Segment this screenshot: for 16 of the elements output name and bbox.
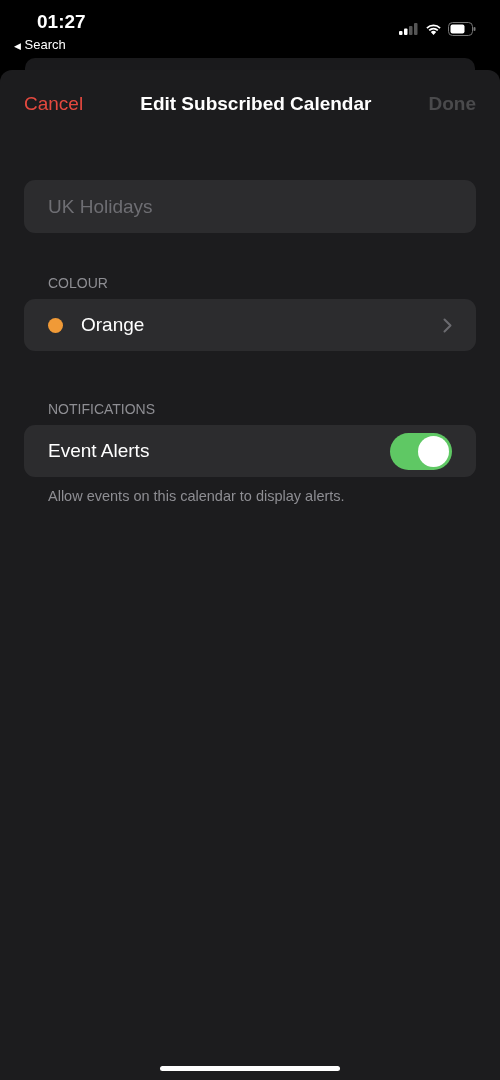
name-field[interactable]: UK Holidays bbox=[24, 180, 476, 233]
section-header: COLOUR bbox=[48, 275, 109, 291]
wifi-icon bbox=[425, 23, 442, 35]
signal-icon bbox=[399, 23, 419, 35]
back-link[interactable]: ◀ Search bbox=[14, 37, 66, 52]
colour-row[interactable]: Orange bbox=[24, 299, 476, 351]
battery-icon bbox=[448, 22, 476, 36]
status-time: 01:27 bbox=[37, 11, 86, 33]
colour-label: Orange bbox=[81, 314, 146, 336]
event-alerts-toggle[interactable] bbox=[390, 432, 452, 470]
chevron-icon bbox=[443, 317, 452, 333]
sheet-title: Edit Subscribed Calendar bbox=[140, 93, 372, 115]
section-header: NOTIFICATIONS bbox=[48, 401, 157, 417]
event-alerts-label: Event Alerts bbox=[48, 440, 151, 462]
section-footer: Allow events on this calendar to display alerts. bbox=[48, 488, 476, 504]
cancel-button[interactable]: Cancel bbox=[24, 93, 84, 115]
